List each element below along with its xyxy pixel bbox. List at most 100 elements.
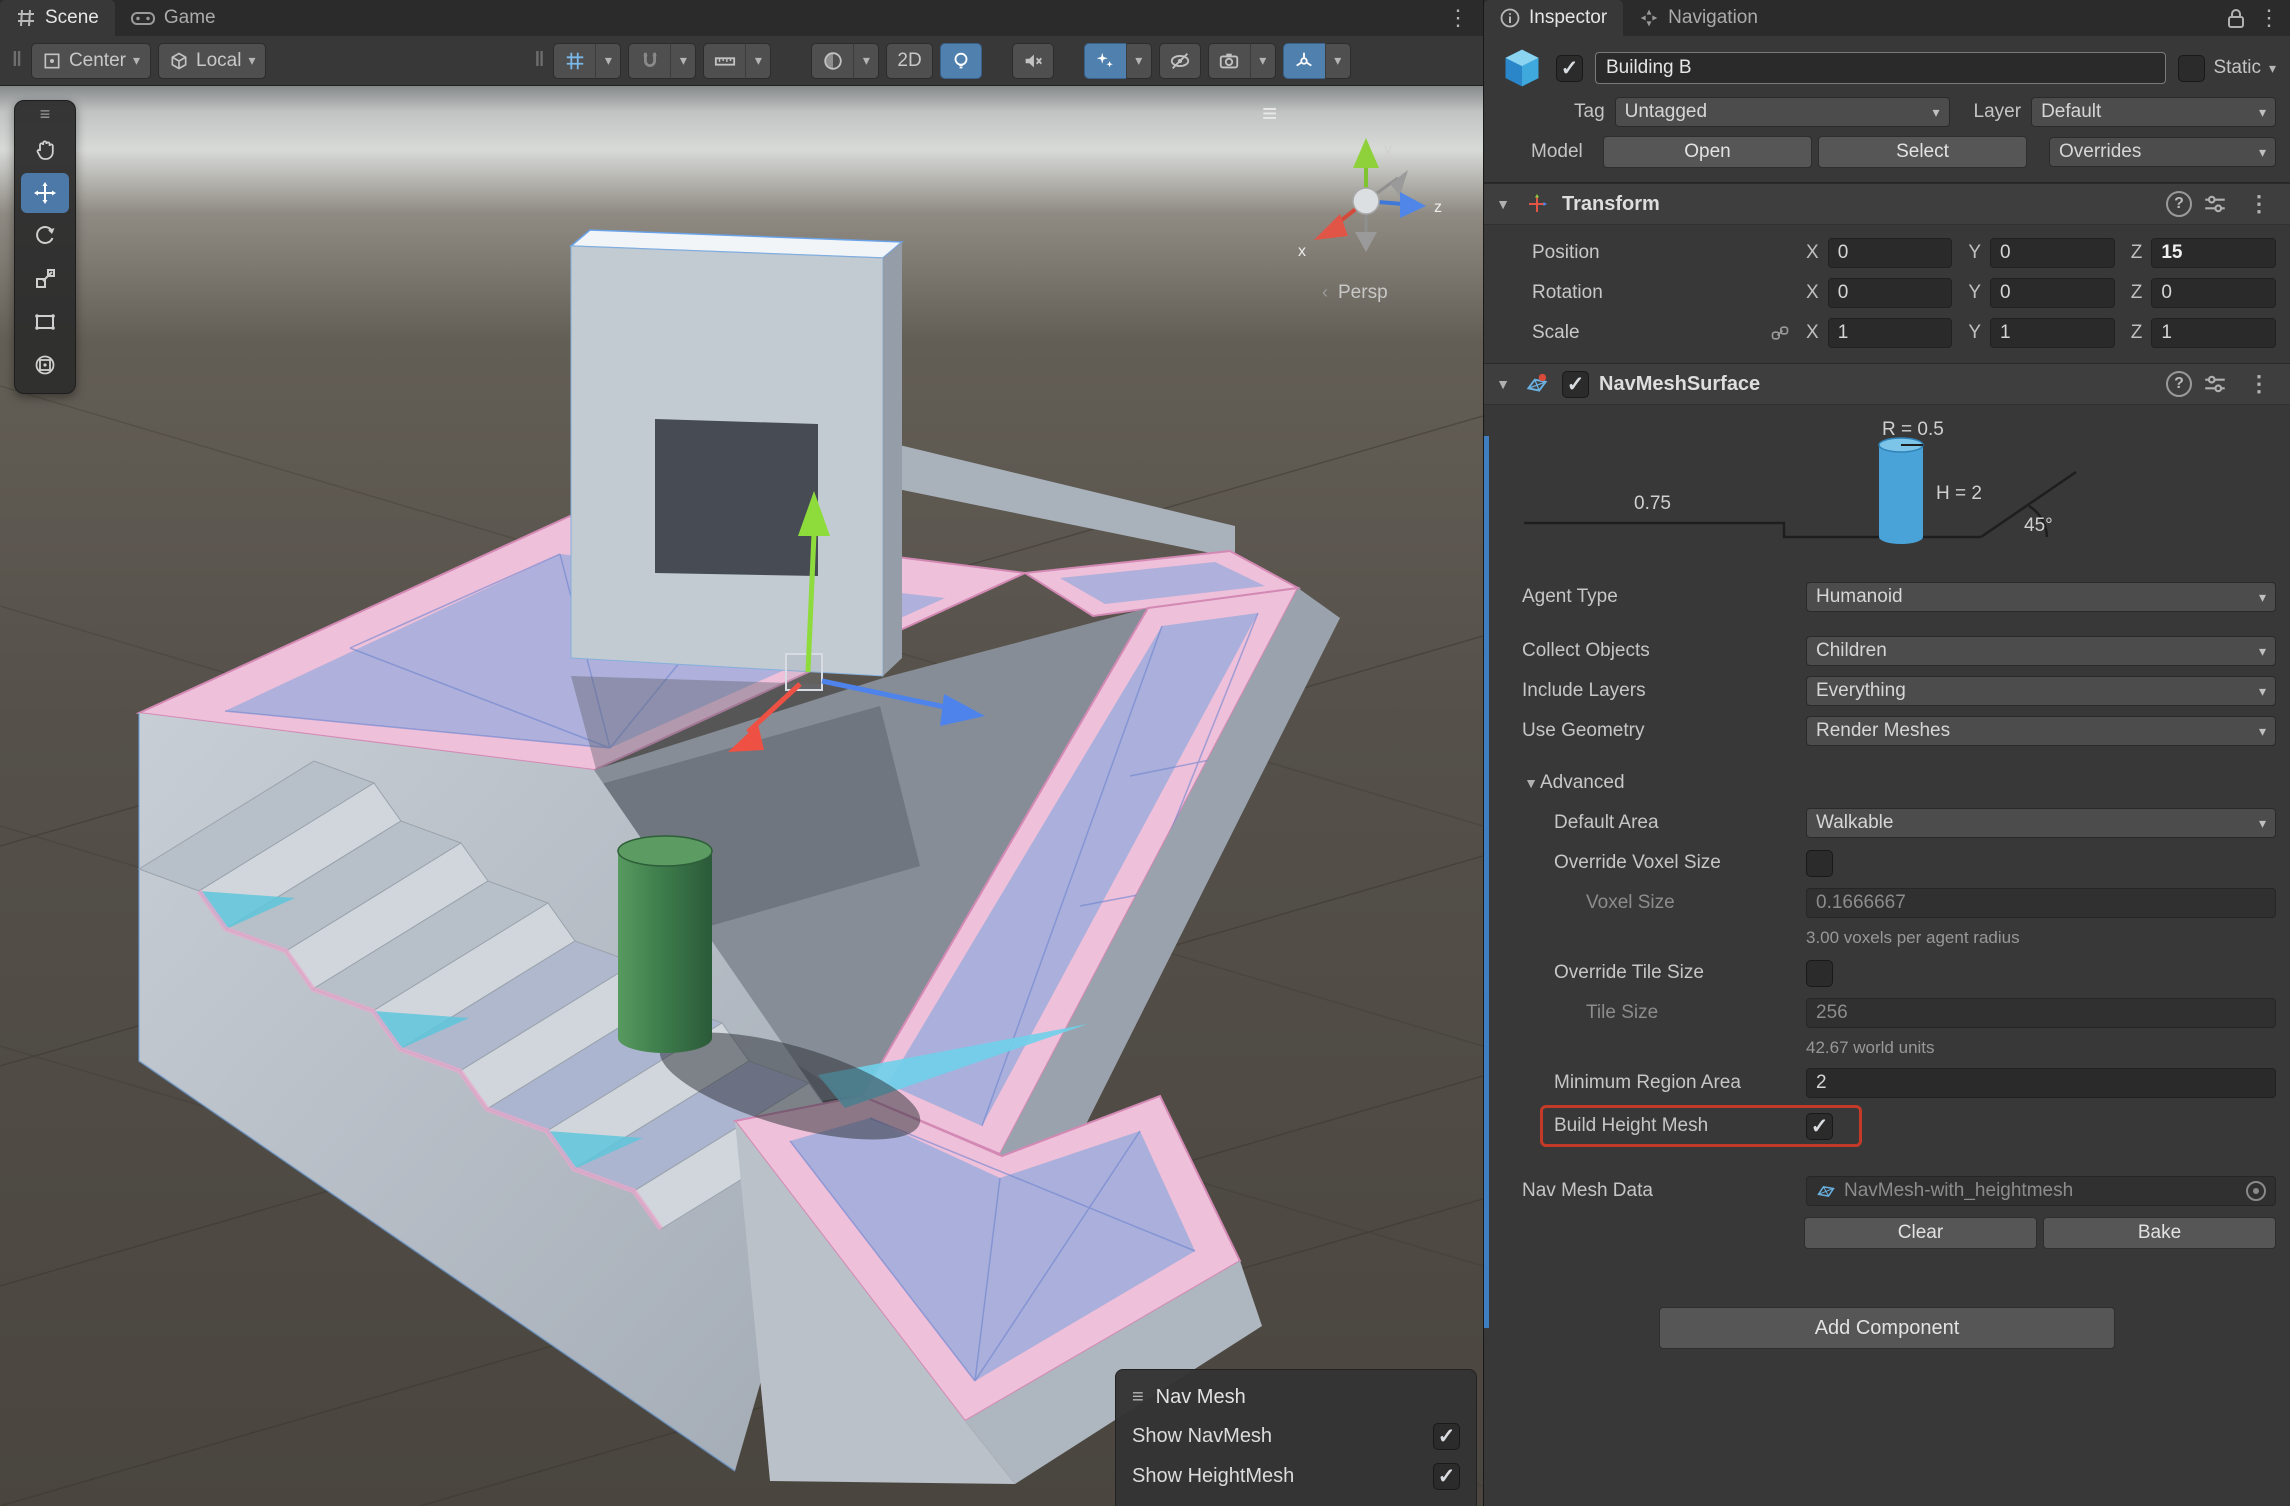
gameobject-name-field[interactable]: Building B xyxy=(1595,52,2166,84)
model-label: Model xyxy=(1531,141,1597,163)
scene-viewport[interactable]: y x z ‹ Persp ≡ xyxy=(0,86,1483,1506)
scale-y-field[interactable]: 1 xyxy=(1990,318,2115,348)
effects-options-dropdown[interactable]: ▾ xyxy=(1126,43,1152,79)
scene-camera-button[interactable] xyxy=(1208,43,1250,79)
tab-inspector[interactable]: Inspector xyxy=(1484,0,1623,36)
chevron-down-icon: ▾ xyxy=(133,52,140,69)
component-enabled-checkbox[interactable] xyxy=(1562,371,1589,398)
help-icon[interactable]: ? xyxy=(2166,191,2192,217)
tab-navigation[interactable]: Navigation xyxy=(1623,0,1774,36)
link-constrain-icon[interactable] xyxy=(1770,323,1790,343)
layer-dropdown[interactable]: Default ▾ xyxy=(2031,97,2276,127)
rotation-y-field[interactable]: 0 xyxy=(1990,278,2115,308)
shading-mode-button[interactable] xyxy=(811,43,853,79)
rotate-tool-button[interactable] xyxy=(21,216,69,256)
camera-options-dropdown[interactable]: ▾ xyxy=(1250,43,1276,79)
clear-button[interactable]: Clear xyxy=(1804,1217,2037,1249)
add-component-label: Add Component xyxy=(1815,1317,1960,1340)
agent-type-dropdown[interactable]: Humanoid▾ xyxy=(1806,582,2276,612)
override-tile-size-checkbox[interactable] xyxy=(1806,960,1833,987)
projection-label[interactable]: Persp xyxy=(1338,282,1388,303)
foldout-arrow-icon[interactable]: ▼ xyxy=(1494,196,1512,212)
gameobject-active-checkbox[interactable] xyxy=(1556,55,1583,82)
add-component-button[interactable]: Add Component xyxy=(1659,1307,2115,1349)
lock-icon[interactable] xyxy=(2226,6,2246,32)
use-geometry-dropdown[interactable]: Render Meshes▾ xyxy=(1806,716,2276,746)
snap-options-dropdown[interactable]: ▾ xyxy=(670,43,696,79)
presets-icon[interactable] xyxy=(2202,191,2228,217)
gizmos-options-dropdown[interactable]: ▾ xyxy=(1325,43,1351,79)
object-picker-icon[interactable] xyxy=(2246,1181,2266,1201)
snap-toggle-button[interactable] xyxy=(628,43,670,79)
overrides-dropdown[interactable]: Overrides ▾ xyxy=(2049,137,2276,167)
model-open-button[interactable]: Open xyxy=(1603,136,1812,168)
presets-icon[interactable] xyxy=(2202,371,2228,397)
collect-objects-dropdown[interactable]: Children▾ xyxy=(1806,636,2276,666)
nav-mesh-data-object-field[interactable]: NavMesh-with_heightmesh xyxy=(1806,1176,2276,1206)
grid-options-dropdown[interactable]: ▾ xyxy=(595,43,621,79)
bake-button[interactable]: Bake xyxy=(2043,1217,2276,1249)
audio-toggle-button[interactable] xyxy=(1012,43,1054,79)
scale-z-field[interactable]: 1 xyxy=(2151,318,2276,348)
rotation-z-field[interactable]: 0 xyxy=(2151,278,2276,308)
orientation-mode-dropdown[interactable]: Local ▾ xyxy=(158,43,266,79)
voxel-size-help: 3.00 voxels per agent radius xyxy=(1484,923,2290,953)
move-tool-button[interactable] xyxy=(21,173,69,213)
static-dropdown-arrow-icon[interactable]: ▾ xyxy=(2269,60,2276,77)
persp-arrow-icon: ‹ xyxy=(1322,282,1328,302)
help-icon[interactable]: ? xyxy=(2166,371,2192,397)
position-x-field[interactable]: 0 xyxy=(1828,238,1953,268)
scale-label: Scale xyxy=(1532,322,1580,344)
position-y-field[interactable]: 0 xyxy=(1990,238,2115,268)
tag-dropdown[interactable]: Untagged ▾ xyxy=(1615,97,1950,127)
toolbar-drag-handle-icon[interactable]: ‖ xyxy=(530,49,546,72)
hand-tool-button[interactable] xyxy=(21,130,69,170)
include-layers-dropdown[interactable]: Everything▾ xyxy=(1806,676,2276,706)
override-voxel-size-checkbox[interactable] xyxy=(1806,850,1833,877)
toolbar-drag-handle-icon[interactable]: ‖ xyxy=(8,49,24,72)
lighting-toggle-button[interactable] xyxy=(940,43,982,79)
effects-toggle-button[interactable] xyxy=(1084,43,1126,79)
model-select-button[interactable]: Select xyxy=(1818,136,2027,168)
override-voxel-size-label: Override Voxel Size xyxy=(1554,852,1806,874)
pivot-mode-dropdown[interactable]: Center ▾ xyxy=(31,43,151,79)
palette-drag-handle-icon[interactable]: ≡ xyxy=(40,107,51,127)
transform-menu-icon[interactable]: ⋮ xyxy=(2238,186,2280,222)
tab-scene[interactable]: Scene xyxy=(0,0,115,36)
show-navmesh-checkbox[interactable] xyxy=(1433,1423,1460,1450)
measure-options-dropdown[interactable]: ▾ xyxy=(745,43,771,79)
inspector-menu-icon[interactable]: ⋮ xyxy=(2248,0,2290,36)
scene-visibility-button[interactable] xyxy=(1159,43,1201,79)
transform-header[interactable]: ▼ Transform ? ⋮ xyxy=(1484,183,2290,225)
gizmos-toggle-button[interactable] xyxy=(1283,43,1325,79)
navmesh-overlay-drag-icon[interactable]: ≡ xyxy=(1132,1386,1144,1409)
show-heightmesh-checkbox[interactable] xyxy=(1433,1463,1460,1490)
show-navmesh-label: Show NavMesh xyxy=(1132,1425,1433,1448)
override-voxel-size-row: Override Voxel Size xyxy=(1484,843,2290,883)
green-cylinder xyxy=(618,836,712,1053)
rotation-row: Rotation X 0 Y 0 Z 0 xyxy=(1484,273,2290,313)
shading-options-dropdown[interactable]: ▾ xyxy=(853,43,879,79)
grid-toggle-button[interactable] xyxy=(553,43,595,79)
voxel-size-label: Voxel Size xyxy=(1586,892,1806,914)
minimum-region-area-field[interactable]: 2 xyxy=(1806,1068,2276,1098)
navmeshsurface-menu-icon[interactable]: ⋮ xyxy=(2238,366,2280,402)
advanced-foldout[interactable]: ▼ Advanced xyxy=(1484,763,2290,803)
navmeshsurface-header[interactable]: ▼ NavMeshSurface ? ⋮ xyxy=(1484,363,2290,405)
position-z-field[interactable]: 15 xyxy=(2151,238,2276,268)
2d-toggle-button[interactable]: 2D xyxy=(886,43,932,79)
tab-game[interactable]: Game xyxy=(115,0,232,36)
default-area-row: Default Area Walkable▾ xyxy=(1484,803,2290,843)
foldout-arrow-icon[interactable]: ▼ xyxy=(1494,376,1512,392)
rect-tool-button[interactable] xyxy=(21,302,69,342)
ruler-button[interactable] xyxy=(703,43,745,79)
rotation-x-field[interactable]: 0 xyxy=(1828,278,1953,308)
static-checkbox[interactable] xyxy=(2178,55,2205,82)
default-area-dropdown[interactable]: Walkable▾ xyxy=(1806,808,2276,838)
scene-tab-menu-icon[interactable]: ⋮ xyxy=(1437,0,1479,36)
scale-x-field[interactable]: 1 xyxy=(1828,318,1953,348)
overlay-menu-icon[interactable]: ≡ xyxy=(1262,98,1277,129)
scale-tool-button[interactable] xyxy=(21,259,69,299)
transform-tool-button[interactable] xyxy=(21,345,69,385)
build-height-mesh-checkbox[interactable] xyxy=(1806,1113,1833,1140)
